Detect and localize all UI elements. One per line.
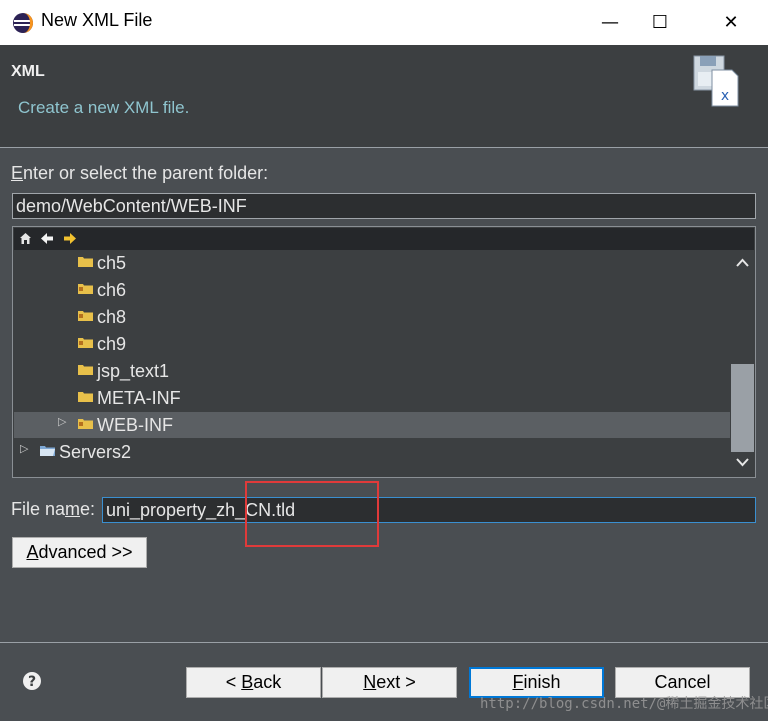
tree-item-web-inf[interactable]: ▷ WEB-INF [14,412,730,438]
parent-folder-input[interactable]: demo/WebContent/WEB-INF [12,193,756,219]
wizard-page-description: Create a new XML file. [18,98,190,117]
tree-item-ch9[interactable]: ch9 [14,331,730,357]
back-arrow-icon[interactable] [40,232,54,245]
wizard-banner [0,45,768,148]
scrollbar-thumb[interactable] [731,364,754,452]
tree-item-ch6[interactable]: ch6 [14,277,730,303]
tree-item-label: jsp_text1 [97,361,170,381]
watermark-text: http://blog.csdn.net/@稀土掘金技术社区 [480,696,768,712]
maximize-button[interactable]: ☐ [637,0,683,45]
file-name-input[interactable]: uni_property_zh_CN.tld [102,497,756,523]
folder-icon [78,365,93,375]
tree-item-ch5[interactable]: ch5 [14,250,730,276]
tree-item-label: ch6 [97,280,127,300]
folder-tree[interactable]: ch5 ch6 ch8 ch9 jsp_text1 META-INF ▷ WEB… [12,226,756,478]
package-folder-icon [78,419,93,429]
svg-text:x: x [721,88,729,104]
tree-item-jsp-text1[interactable]: jsp_text1 [14,358,730,384]
tree-toolbar [14,228,754,250]
tree-item-ch8[interactable]: ch8 [14,304,730,330]
folder-icon [78,392,93,402]
minimize-button[interactable]: — [587,0,633,45]
highlight-box [245,481,379,547]
eclipse-app-icon [13,13,33,33]
next-button[interactable]: Next > [322,667,457,698]
parent-folder-label: Enter or select the parent folder: [11,163,269,183]
back-button[interactable]: < Back [186,667,321,698]
close-button[interactable]: ✕ [708,0,754,45]
package-folder-icon [78,284,93,294]
svg-text:?: ? [28,674,36,690]
help-icon[interactable]: ? [22,671,42,691]
expand-arrow-icon[interactable]: ▷ [58,415,66,428]
tree-item-label: Servers2 [59,442,132,462]
window-title: New XML File [41,10,153,30]
expand-arrow-icon[interactable]: ▷ [20,442,28,455]
tree-item-label: WEB-INF [97,415,173,435]
title-bar: New XML File — ☐ ✕ [0,0,768,45]
folder-icon [78,257,93,267]
scroll-up-icon[interactable] [736,258,749,267]
home-icon[interactable] [19,232,32,245]
tree-item-meta-inf[interactable]: META-INF [14,385,730,411]
tree-item-label: META-INF [97,388,181,408]
footer-separator [0,642,768,643]
project-folder-icon [40,446,55,456]
package-folder-icon [78,338,93,348]
file-name-label: File name: [11,499,96,519]
tree-item-servers2[interactable]: ▷ Servers2 [14,439,730,465]
tree-item-label: ch9 [97,334,127,354]
wizard-page-title: XML [11,63,45,80]
tree-item-label: ch8 [97,307,127,327]
scroll-down-icon[interactable] [736,458,749,467]
xml-wizard-icon: x [693,55,739,107]
forward-arrow-icon[interactable] [63,232,77,245]
advanced-button[interactable]: Advanced >> [12,537,147,568]
package-folder-icon [78,311,93,321]
tree-item-label: ch5 [97,253,127,273]
